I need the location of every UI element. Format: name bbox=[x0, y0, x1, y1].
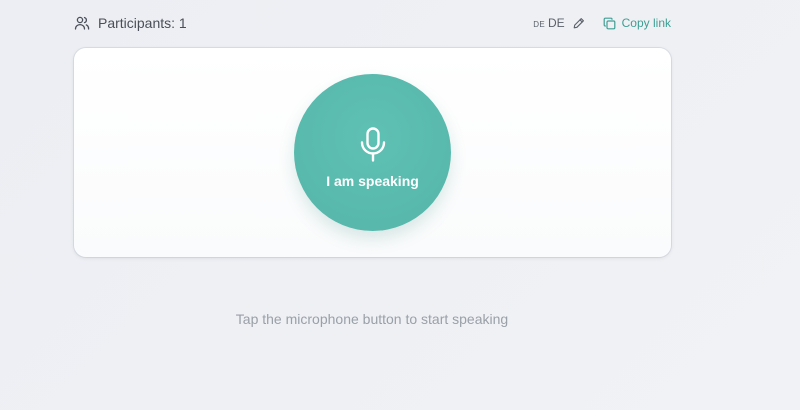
participants-count-label: Participants: 1 bbox=[98, 15, 187, 31]
copy-icon bbox=[603, 17, 616, 30]
microphone-button[interactable]: I am speaking bbox=[294, 74, 451, 231]
participants-indicator: Participants: 1 bbox=[74, 15, 187, 31]
pencil-icon[interactable] bbox=[573, 17, 585, 29]
instruction-hint: Tap the microphone button to start speak… bbox=[235, 311, 509, 327]
language-name: DE bbox=[547, 16, 565, 30]
microphone-button-label: I am speaking bbox=[326, 172, 419, 189]
header-tools: DE DE Copy link bbox=[533, 16, 671, 30]
top-bar: Participants: 1 DE DE Copy link bbox=[74, 12, 671, 34]
copy-link-label: Copy link bbox=[621, 16, 671, 30]
speaking-card: I am speaking bbox=[74, 48, 671, 257]
copy-link-button[interactable]: Copy link bbox=[603, 16, 671, 30]
language-selector[interactable]: DE DE bbox=[533, 16, 564, 30]
users-icon bbox=[74, 15, 90, 31]
microphone-icon bbox=[358, 126, 388, 163]
language-code: DE bbox=[533, 20, 545, 29]
